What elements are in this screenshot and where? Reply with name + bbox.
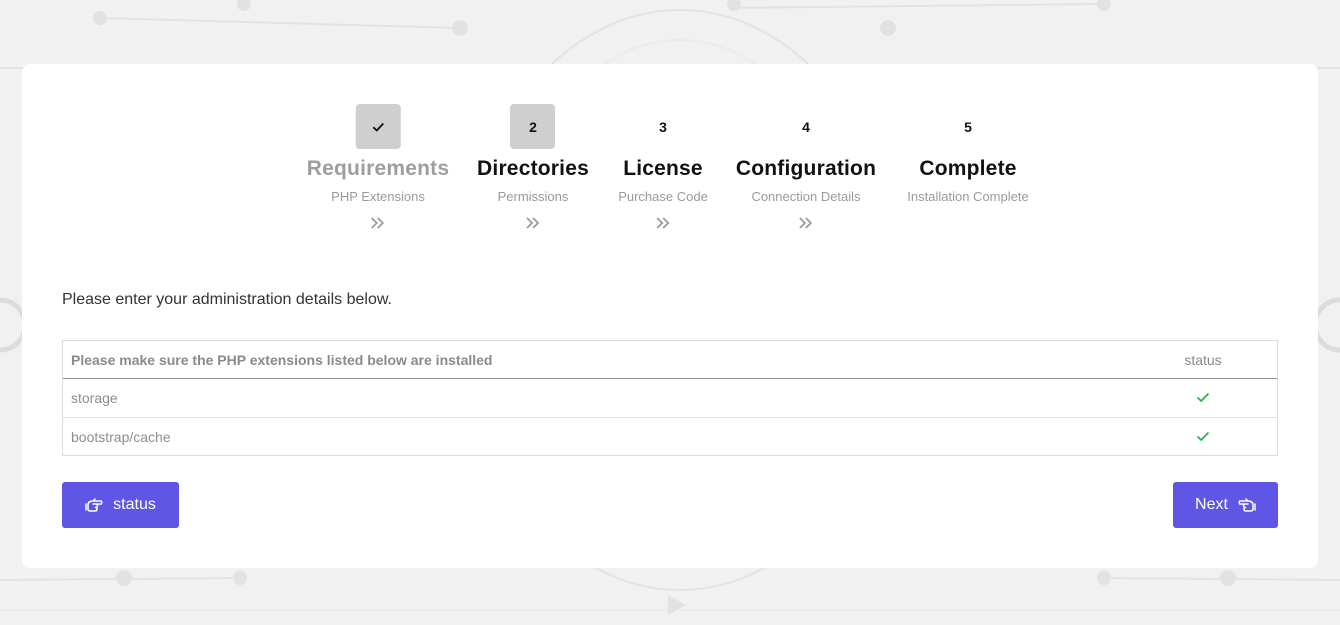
step-title: Directories xyxy=(477,157,589,180)
step-configuration: 4 Configuration Connection Details xyxy=(736,104,876,232)
step-title: License xyxy=(623,157,703,180)
step-title: Configuration xyxy=(735,157,877,180)
table-header-name: Please make sure the PHP extensions list… xyxy=(71,351,493,368)
step-license: 3 License Purchase Code xyxy=(618,104,708,232)
double-chevron-right-icon xyxy=(656,217,670,229)
table-row: bootstrap/cache xyxy=(63,417,1277,455)
step-subtitle: Installation Complete xyxy=(907,189,1029,204)
status-button[interactable]: status xyxy=(62,482,179,528)
step-title: Requirements xyxy=(306,157,450,180)
step-subtitle: Permissions xyxy=(497,189,569,204)
next-button[interactable]: Next xyxy=(1173,482,1278,528)
step-badge: 5 xyxy=(964,118,972,135)
next-button-label: Next xyxy=(1195,496,1228,513)
intro-text: Please enter your administration details… xyxy=(62,291,392,308)
hand-point-left-icon xyxy=(85,498,103,512)
step-badge: 4 xyxy=(802,118,810,135)
hand-point-right-icon xyxy=(1238,498,1256,512)
double-chevron-right-icon xyxy=(526,217,540,229)
permissions-table: Please make sure the PHP extensions list… xyxy=(62,340,1278,456)
table-header-row: Please make sure the PHP extensions list… xyxy=(63,341,1277,379)
step-badge: 3 xyxy=(659,118,667,135)
check-icon xyxy=(1196,392,1210,403)
wizard-steps: Requirements PHP Extensions 2 Directorie… xyxy=(22,104,1318,254)
step-title: Complete xyxy=(919,157,1017,180)
directory-name: bootstrap/cache xyxy=(71,428,171,445)
status-button-label: status xyxy=(113,496,156,513)
check-icon xyxy=(1196,431,1210,441)
table-header-status: status xyxy=(1184,351,1222,368)
step-directories: 2 Directories Permissions xyxy=(477,104,589,232)
double-chevron-right-icon xyxy=(371,217,385,229)
directory-name: storage xyxy=(71,390,118,406)
double-chevron-right-icon xyxy=(799,217,813,229)
step-badge: 2 xyxy=(510,104,556,149)
step-subtitle: Purchase Code xyxy=(618,189,708,204)
installer-card: Requirements PHP Extensions 2 Directorie… xyxy=(22,64,1318,568)
step-complete: 5 Complete Installation Complete xyxy=(907,104,1029,205)
step-subtitle: PHP Extensions xyxy=(331,189,425,204)
step-requirements: Requirements PHP Extensions xyxy=(307,104,449,232)
check-icon xyxy=(372,122,384,132)
step-badge xyxy=(355,104,401,149)
step-subtitle: Connection Details xyxy=(751,189,861,204)
table-row: storage xyxy=(63,379,1277,417)
